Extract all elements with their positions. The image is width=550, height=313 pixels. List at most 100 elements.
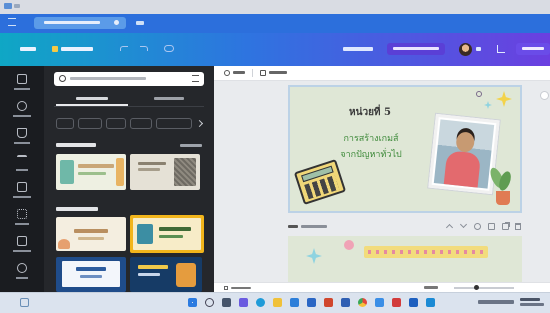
chevron-right-icon[interactable]	[195, 119, 204, 128]
hide-page-icon[interactable]	[474, 223, 481, 230]
page-count	[424, 286, 438, 289]
slide-page-2[interactable]	[288, 236, 522, 282]
slide-page-1[interactable]: หน่วยที่ 5 การสร้างเกมส์ จากปัญหาทั่วไป	[288, 85, 522, 213]
duplicate-page-icon[interactable]	[502, 223, 509, 230]
redo-icon[interactable]	[140, 46, 148, 51]
rail-item-elements[interactable]	[4, 99, 40, 123]
template-thumbnail[interactable]	[130, 257, 202, 292]
page-number-label	[288, 225, 298, 228]
file-explorer-icon[interactable]	[273, 298, 282, 307]
clock-time	[520, 298, 540, 301]
tab-templates[interactable]	[56, 94, 128, 104]
template-thumbnail[interactable]	[56, 217, 126, 251]
teacher-photo[interactable]	[428, 113, 500, 195]
sparkle-icon	[476, 91, 482, 97]
rail-item-design[interactable]	[4, 72, 40, 96]
home-button[interactable]	[20, 47, 36, 51]
template-search-input[interactable]	[54, 72, 204, 86]
design-name-label[interactable]	[343, 47, 373, 51]
store-icon[interactable]	[290, 298, 299, 307]
close-icon[interactable]	[114, 20, 119, 25]
slide-title[interactable]: หน่วยที่ 5	[330, 105, 410, 120]
template-illustration	[137, 224, 153, 244]
analytics-icon[interactable]	[497, 45, 505, 53]
slide-decoration	[344, 240, 354, 250]
filter-icon[interactable]	[192, 75, 199, 82]
page-title-input[interactable]	[288, 224, 328, 230]
rail-item-more[interactable]	[4, 261, 40, 285]
clock[interactable]	[520, 298, 544, 306]
app-icon[interactable]	[426, 298, 435, 307]
widgets-icon[interactable]	[20, 298, 29, 307]
undo-icon[interactable]	[120, 46, 128, 51]
tab-styles[interactable]	[136, 94, 202, 104]
rail-item-uploads[interactable]	[4, 126, 40, 150]
template-text-block	[78, 172, 106, 175]
notes-button[interactable]	[224, 286, 254, 290]
shapes-icon	[17, 101, 27, 111]
edit-icon	[224, 70, 230, 76]
word-icon[interactable]	[341, 298, 350, 307]
powerpoint-icon[interactable]	[324, 298, 333, 307]
rail-item-photos[interactable]	[4, 234, 40, 258]
system-tray[interactable]	[478, 300, 514, 304]
new-tab-button[interactable]	[136, 21, 144, 25]
rail-item-projects[interactable]	[4, 180, 40, 204]
rotate-handle[interactable]	[540, 91, 549, 100]
filter-chip[interactable]	[78, 118, 102, 129]
sparkle-icon	[306, 248, 322, 264]
template-thumbnail[interactable]	[56, 154, 126, 190]
animate-button[interactable]	[260, 70, 290, 76]
template-text-block	[138, 162, 166, 165]
template-text-block	[138, 273, 160, 276]
share-button[interactable]	[516, 43, 550, 55]
app-icon[interactable]	[409, 298, 418, 307]
task-view-icon[interactable]	[222, 298, 231, 307]
person-head	[455, 131, 476, 153]
lock-page-icon[interactable]	[488, 223, 495, 230]
filter-chip[interactable]	[106, 118, 126, 129]
template-thumbnail-selected[interactable]	[130, 215, 204, 253]
rail-item-text[interactable]	[4, 153, 40, 177]
browser-tab-active[interactable]	[34, 17, 126, 29]
zoom-slider[interactable]	[454, 285, 514, 290]
upgrade-button[interactable]	[387, 43, 445, 55]
rail-item-apps[interactable]	[4, 207, 40, 231]
acrobat-icon[interactable]	[392, 298, 401, 307]
toolbar-divider	[252, 69, 253, 77]
file-menu-button[interactable]	[52, 45, 96, 53]
animate-icon	[260, 70, 266, 76]
chrome-icon[interactable]	[358, 298, 367, 307]
upgrade-label	[393, 47, 439, 50]
plant-illustration	[487, 165, 514, 207]
search-icon[interactable]	[205, 298, 214, 307]
editor-status-bar	[214, 282, 550, 292]
chat-icon[interactable]	[239, 298, 248, 307]
slide-subtitle-line-1[interactable]: การสร้างเกมส์	[316, 131, 426, 145]
rail-label	[4, 248, 40, 253]
person-body	[443, 150, 482, 188]
calculator-illustration[interactable]	[293, 159, 347, 205]
menu-icon[interactable]	[8, 18, 16, 26]
delete-page-icon[interactable]	[515, 223, 521, 230]
edge-icon[interactable]	[256, 298, 265, 307]
file-menu-label	[61, 47, 93, 51]
edit-button[interactable]	[224, 70, 246, 76]
photos-icon[interactable]	[375, 298, 384, 307]
template-thumbnail[interactable]	[130, 154, 200, 190]
see-all-link[interactable]	[180, 144, 202, 147]
filter-chip[interactable]	[130, 118, 152, 129]
rail-label	[4, 86, 40, 91]
cloud-save-icon[interactable]	[164, 45, 174, 52]
template-text-block	[138, 265, 168, 269]
windows-start-icon[interactable]	[188, 298, 197, 307]
zoom-slider-thumb[interactable]	[474, 285, 479, 290]
filter-chip[interactable]	[156, 118, 192, 129]
template-thumbnail[interactable]	[56, 257, 126, 292]
side-nav-rail	[0, 66, 44, 292]
mail-icon[interactable]	[307, 298, 316, 307]
search-placeholder	[70, 77, 146, 80]
avatar[interactable]	[459, 43, 472, 56]
more-icon	[17, 263, 27, 273]
filter-chip[interactable]	[56, 118, 74, 129]
